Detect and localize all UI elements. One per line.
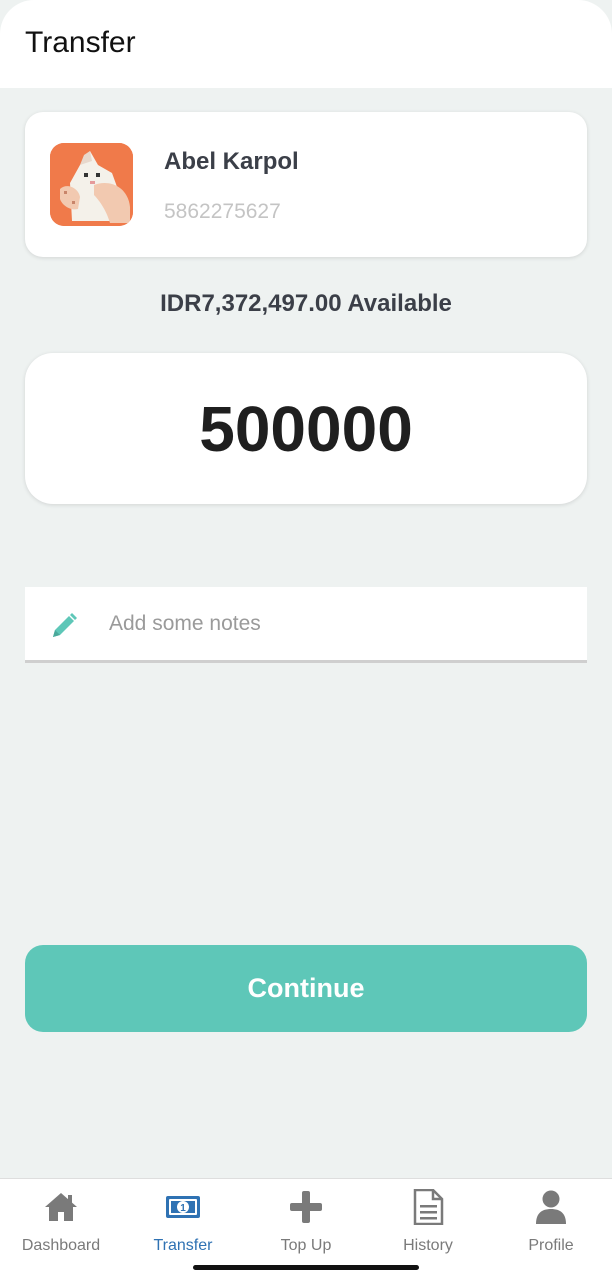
available-balance: IDR7,372,497.00 Available xyxy=(160,290,452,317)
notes-field[interactable] xyxy=(25,587,587,663)
app-header: Transfer xyxy=(0,0,612,88)
svg-text:1: 1 xyxy=(180,1203,186,1214)
nav-label-top-up: Top Up xyxy=(280,1237,332,1254)
continue-button[interactable]: Continue xyxy=(25,945,587,1032)
home-icon xyxy=(45,1193,77,1221)
nav-item-dashboard[interactable]: Dashboard xyxy=(0,1179,122,1269)
nav-label-profile: Profile xyxy=(528,1237,574,1254)
recipient-account-number: 5862275627 xyxy=(164,200,281,223)
notes-input[interactable] xyxy=(109,587,569,660)
document-icon xyxy=(413,1189,444,1225)
recipient-card[interactable]: Abel Karpol 5862275627 xyxy=(25,112,587,257)
avatar-cat-image xyxy=(50,143,133,226)
nav-label-dashboard: Dashboard xyxy=(21,1237,101,1254)
nav-item-history[interactable]: History xyxy=(367,1179,489,1269)
amount-card xyxy=(25,353,587,504)
pencil-icon xyxy=(53,613,77,637)
nav-item-profile[interactable]: Profile xyxy=(490,1179,612,1269)
plus-icon xyxy=(290,1191,322,1223)
recipient-name: Abel Karpol xyxy=(164,148,299,175)
nav-label-history: History xyxy=(403,1237,453,1254)
user-icon xyxy=(536,1190,566,1224)
amount-input[interactable] xyxy=(25,353,587,504)
nav-label-transfer: Transfer xyxy=(153,1237,213,1254)
nav-item-transfer[interactable]: 1 Transfer xyxy=(122,1179,244,1269)
recipient-avatar xyxy=(50,143,133,226)
nav-item-top-up[interactable]: Top Up xyxy=(245,1179,367,1269)
page-title: Transfer xyxy=(25,26,136,59)
money-bill-icon: 1 xyxy=(166,1196,200,1218)
home-indicator xyxy=(193,1265,419,1270)
